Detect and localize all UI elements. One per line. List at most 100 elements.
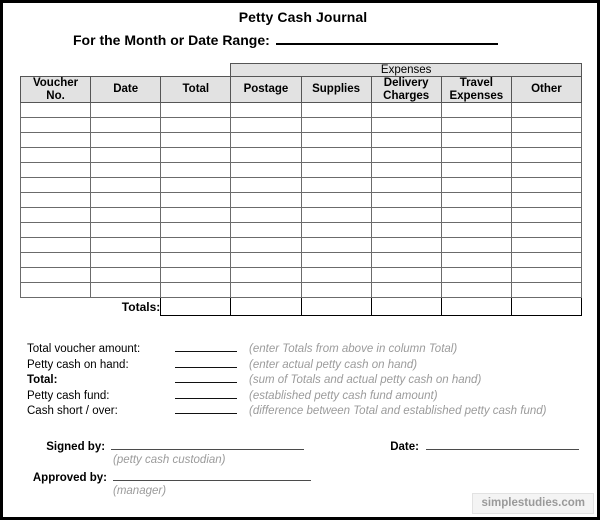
table-cell[interactable] <box>440 282 512 298</box>
table-cell[interactable] <box>19 267 92 283</box>
table-cell[interactable] <box>370 147 442 163</box>
table-cell[interactable] <box>160 222 232 238</box>
table-cell[interactable] <box>370 117 442 133</box>
table-cell[interactable] <box>160 237 232 253</box>
table-cell[interactable] <box>300 117 372 133</box>
signed-by-input[interactable] <box>111 437 305 450</box>
table-cell[interactable] <box>230 192 302 208</box>
table-cell[interactable] <box>300 147 372 163</box>
table-cell[interactable] <box>440 237 512 253</box>
table-cell[interactable] <box>300 162 372 178</box>
table-cell[interactable] <box>230 147 302 163</box>
table-cell[interactable] <box>230 222 302 238</box>
table-cell[interactable] <box>90 237 162 253</box>
table-cell[interactable] <box>510 237 583 253</box>
table-cell[interactable] <box>90 192 162 208</box>
table-cell[interactable] <box>90 207 162 223</box>
table-cell[interactable] <box>19 237 92 253</box>
table-cell[interactable] <box>300 252 372 268</box>
table-cell[interactable] <box>90 282 162 298</box>
table-cell[interactable] <box>510 162 583 178</box>
table-cell[interactable] <box>510 282 583 298</box>
table-cell[interactable] <box>230 282 302 298</box>
table-cell[interactable] <box>19 252 92 268</box>
table-cell[interactable] <box>510 102 583 118</box>
totals-cell-other[interactable] <box>510 297 583 316</box>
table-cell[interactable] <box>19 117 92 133</box>
table-cell[interactable] <box>19 207 92 223</box>
table-cell[interactable] <box>510 192 583 208</box>
table-cell[interactable] <box>230 102 302 118</box>
date-input[interactable] <box>426 437 579 450</box>
table-cell[interactable] <box>440 132 512 148</box>
table-cell[interactable] <box>230 267 302 283</box>
totals-cell-delivery-charges[interactable] <box>370 297 442 316</box>
table-cell[interactable] <box>510 207 583 223</box>
table-cell[interactable] <box>160 207 232 223</box>
table-cell[interactable] <box>440 102 512 118</box>
table-cell[interactable] <box>510 117 583 133</box>
table-cell[interactable] <box>230 207 302 223</box>
table-cell[interactable] <box>160 267 232 283</box>
table-cell[interactable] <box>370 102 442 118</box>
totals-cell-postage[interactable] <box>230 297 302 316</box>
table-cell[interactable] <box>370 267 442 283</box>
table-cell[interactable] <box>300 207 372 223</box>
table-cell[interactable] <box>300 132 372 148</box>
table-cell[interactable] <box>440 252 512 268</box>
table-cell[interactable] <box>440 222 512 238</box>
table-cell[interactable] <box>440 207 512 223</box>
totals-cell-travel-expenses[interactable] <box>440 297 512 316</box>
approved-by-input[interactable] <box>113 468 311 481</box>
table-cell[interactable] <box>230 237 302 253</box>
table-cell[interactable] <box>510 267 583 283</box>
table-cell[interactable] <box>160 177 232 193</box>
summary-row-input[interactable] <box>175 402 237 415</box>
table-cell[interactable] <box>370 162 442 178</box>
table-cell[interactable] <box>230 177 302 193</box>
table-cell[interactable] <box>160 282 232 298</box>
table-cell[interactable] <box>510 252 583 268</box>
table-cell[interactable] <box>19 102 92 118</box>
table-cell[interactable] <box>370 222 442 238</box>
table-cell[interactable] <box>370 252 442 268</box>
table-cell[interactable] <box>300 192 372 208</box>
table-cell[interactable] <box>160 252 232 268</box>
totals-cell-supplies[interactable] <box>300 297 372 316</box>
table-cell[interactable] <box>370 132 442 148</box>
table-cell[interactable] <box>440 162 512 178</box>
table-cell[interactable] <box>510 132 583 148</box>
table-cell[interactable] <box>19 132 92 148</box>
table-cell[interactable] <box>90 117 162 133</box>
table-cell[interactable] <box>230 252 302 268</box>
table-cell[interactable] <box>160 192 232 208</box>
table-cell[interactable] <box>160 117 232 133</box>
table-cell[interactable] <box>19 162 92 178</box>
summary-row-input[interactable] <box>175 371 237 384</box>
table-cell[interactable] <box>160 132 232 148</box>
table-cell[interactable] <box>90 132 162 148</box>
table-cell[interactable] <box>90 267 162 283</box>
totals-cell-total[interactable] <box>160 297 232 316</box>
table-cell[interactable] <box>300 237 372 253</box>
table-cell[interactable] <box>160 162 232 178</box>
table-cell[interactable] <box>160 147 232 163</box>
table-cell[interactable] <box>300 222 372 238</box>
table-cell[interactable] <box>230 132 302 148</box>
summary-row-input[interactable] <box>175 387 237 399</box>
table-cell[interactable] <box>90 252 162 268</box>
table-cell[interactable] <box>300 102 372 118</box>
date-range-input[interactable] <box>275 32 498 45</box>
table-cell[interactable] <box>300 267 372 283</box>
table-cell[interactable] <box>300 177 372 193</box>
table-cell[interactable] <box>510 177 583 193</box>
table-cell[interactable] <box>370 207 442 223</box>
table-cell[interactable] <box>90 102 162 118</box>
table-cell[interactable] <box>300 282 372 298</box>
table-cell[interactable] <box>440 177 512 193</box>
table-cell[interactable] <box>90 162 162 178</box>
table-cell[interactable] <box>440 147 512 163</box>
table-cell[interactable] <box>230 117 302 133</box>
table-cell[interactable] <box>19 177 92 193</box>
table-cell[interactable] <box>370 177 442 193</box>
